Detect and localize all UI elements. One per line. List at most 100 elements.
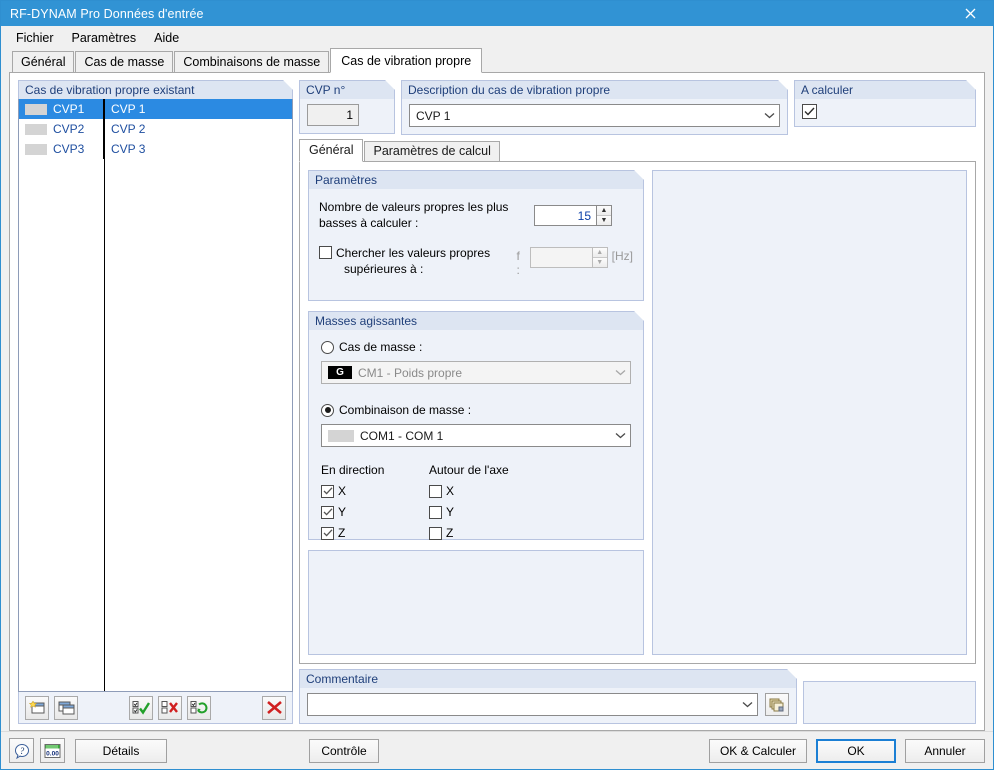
tab-cas-de-vibration-propre[interactable]: Cas de vibration propre <box>330 48 483 73</box>
existing-cases-header: Cas de vibration propre existant <box>18 80 293 99</box>
uncheck-all-button[interactable] <box>158 695 182 720</box>
comment-library-icon[interactable] <box>765 693 789 716</box>
close-icon[interactable] <box>947 1 993 26</box>
details-button[interactable]: Détails <box>75 738 167 763</box>
list-item-code: CVP1 <box>53 102 85 116</box>
case-color-swatch <box>25 123 47 135</box>
case-number-header: CVP n° <box>299 80 395 99</box>
dialog-window: RF-DYNAM Pro Données d'entrée Fichier Pa… <box>0 0 994 770</box>
to-calculate-group: A calculer <box>794 80 976 127</box>
case-header-row: CVP n° 1 Description du cas de vibration… <box>299 80 976 135</box>
direction-x-checkbox[interactable] <box>321 484 334 498</box>
detail-tabstrip: Général Paramètres de calcul <box>299 139 976 162</box>
list-item-name: CVP 2 <box>111 122 146 136</box>
mass-case-value: CM1 - Poids propre <box>358 365 463 380</box>
mass-combination-radio[interactable] <box>321 403 334 417</box>
tab-general[interactable]: Général <box>12 51 75 73</box>
stepper-down-icon[interactable]: ▼ <box>592 258 607 267</box>
panel-columns: Paramètres Nombre de valeurs propres les… <box>308 170 967 655</box>
search-above-label-line2: supérieures à : <box>344 262 424 276</box>
stepper-down-icon[interactable]: ▼ <box>597 216 611 225</box>
to-calculate-checkbox[interactable] <box>802 104 817 119</box>
search-above-checkbox[interactable] <box>319 246 332 259</box>
case-detail-pane: CVP n° 1 Description du cas de vibration… <box>293 73 984 730</box>
mass-combination-value: COM1 - COM 1 <box>360 428 444 443</box>
stepper-up-icon[interactable]: ▲ <box>597 206 611 216</box>
delete-item-button[interactable] <box>262 695 286 720</box>
stepper-up-icon[interactable]: ▲ <box>592 248 607 258</box>
comment-combo[interactable] <box>307 693 758 716</box>
list-item[interactable]: CVP1 CVP 1 <box>19 99 292 119</box>
mass-case-radio-row[interactable]: Cas de masse : <box>321 340 631 354</box>
axis-x-checkbox[interactable] <box>429 484 442 498</box>
search-above-label: Chercher les valeurs propres supérieures… <box>336 245 517 277</box>
ok-button[interactable]: OK <box>816 738 896 763</box>
copy-item-button[interactable] <box>54 695 78 720</box>
window-title: RF-DYNAM Pro Données d'entrée <box>10 6 204 21</box>
menu-item-parametres[interactable]: Paramètres <box>63 28 146 48</box>
frequency-stepper[interactable]: ▲ ▼ <box>529 247 608 268</box>
menu-item-fichier[interactable]: Fichier <box>7 28 63 48</box>
description-header: Description du cas de vibration propre <box>401 80 788 99</box>
axis-header: Autour de l'axe <box>429 463 509 477</box>
general-panel: Paramètres Nombre de valeurs propres les… <box>299 162 976 664</box>
parameters-group: Paramètres Nombre de valeurs propres les… <box>308 170 644 301</box>
tab-content-panel: Cas de vibration propre existant CVP1 CV… <box>9 73 985 731</box>
mass-combination-radio-row[interactable]: Combinaison de masse : <box>321 403 631 417</box>
cancel-button[interactable]: Annuler <box>905 738 985 763</box>
case-number-field[interactable]: 1 <box>307 104 359 126</box>
eigenvalues-count-stepper[interactable]: 15 ▲ ▼ <box>534 205 612 226</box>
axis-y-label: Y <box>446 505 455 519</box>
direction-row-y: Y Y <box>321 505 631 519</box>
direction-header: En direction <box>321 463 385 477</box>
list-column-divider <box>104 99 105 691</box>
description-combo[interactable]: CVP 1 <box>409 104 780 127</box>
list-item[interactable]: CVP2 CVP 2 <box>19 119 292 139</box>
dialog-footer: ? 0.00 Détails Contrôle OK & Calculer OK… <box>1 731 993 769</box>
list-item-name: CVP 3 <box>111 142 146 156</box>
description-group: Description du cas de vibration propre C… <box>401 80 788 135</box>
list-item[interactable]: CVP3 CVP 3 <box>19 139 292 159</box>
tab-cas-de-masse[interactable]: Cas de masse <box>75 51 174 73</box>
list-item-code: CVP2 <box>53 122 85 136</box>
list-item-code: CVP3 <box>53 142 85 156</box>
title-bar: RF-DYNAM Pro Données d'entrée <box>1 1 993 26</box>
check-button[interactable]: Contrôle <box>309 738 379 763</box>
frequency-value[interactable] <box>529 247 592 268</box>
mass-combination-label: Combinaison de masse : <box>339 403 472 417</box>
help-icon[interactable]: ? <box>9 738 34 763</box>
chevron-down-icon <box>759 110 779 122</box>
menu-item-aide[interactable]: Aide <box>145 28 188 48</box>
existing-cases-list[interactable]: CVP1 CVP 1 CVP2 CVP 2 CVP3 CVP 3 <box>18 99 293 692</box>
direction-y-checkbox[interactable] <box>321 505 334 519</box>
inner-tab-parametres-de-calcul[interactable]: Paramètres de calcul <box>364 141 500 162</box>
settings-column: Paramètres Nombre de valeurs propres les… <box>308 170 644 655</box>
chevron-down-icon <box>610 367 630 379</box>
frequency-unit: [Hz] <box>611 249 633 263</box>
mass-combination-combo[interactable]: COM1 - COM 1 <box>321 424 631 447</box>
eigenvalues-label-line2: basses à calculer : <box>319 216 419 230</box>
list-toolbar <box>18 692 293 724</box>
inner-tab-general[interactable]: Général <box>299 139 364 162</box>
ok-calculate-button[interactable]: OK & Calculer <box>708 738 807 763</box>
check-all-button[interactable] <box>129 695 153 720</box>
case-number-group: CVP n° 1 <box>299 80 395 134</box>
axis-z-label: Z <box>446 526 454 540</box>
eigenvalues-count-value[interactable]: 15 <box>534 205 596 226</box>
toggle-selection-button[interactable] <box>187 695 211 720</box>
tab-combinaisons-de-masse[interactable]: Combinaisons de masse <box>174 51 330 73</box>
axis-y-checkbox[interactable] <box>429 505 442 519</box>
axis-z-checkbox[interactable] <box>429 526 442 540</box>
acting-masses-title: Masses agissantes <box>308 311 644 330</box>
new-item-button[interactable] <box>25 695 49 720</box>
direction-z-checkbox[interactable] <box>321 526 334 540</box>
chevron-down-icon <box>737 699 757 711</box>
chevron-down-icon <box>610 430 630 442</box>
mass-case-radio[interactable] <box>321 340 334 354</box>
description-value: CVP 1 <box>416 108 451 123</box>
units-icon[interactable]: 0.00 <box>40 738 65 763</box>
main-tabstrip: Général Cas de masse Combinaisons de mas… <box>1 48 993 73</box>
mass-case-combo[interactable]: G CM1 - Poids propre <box>321 361 631 384</box>
direction-row-z: Z Z <box>321 526 631 540</box>
comment-side-group <box>803 669 976 724</box>
